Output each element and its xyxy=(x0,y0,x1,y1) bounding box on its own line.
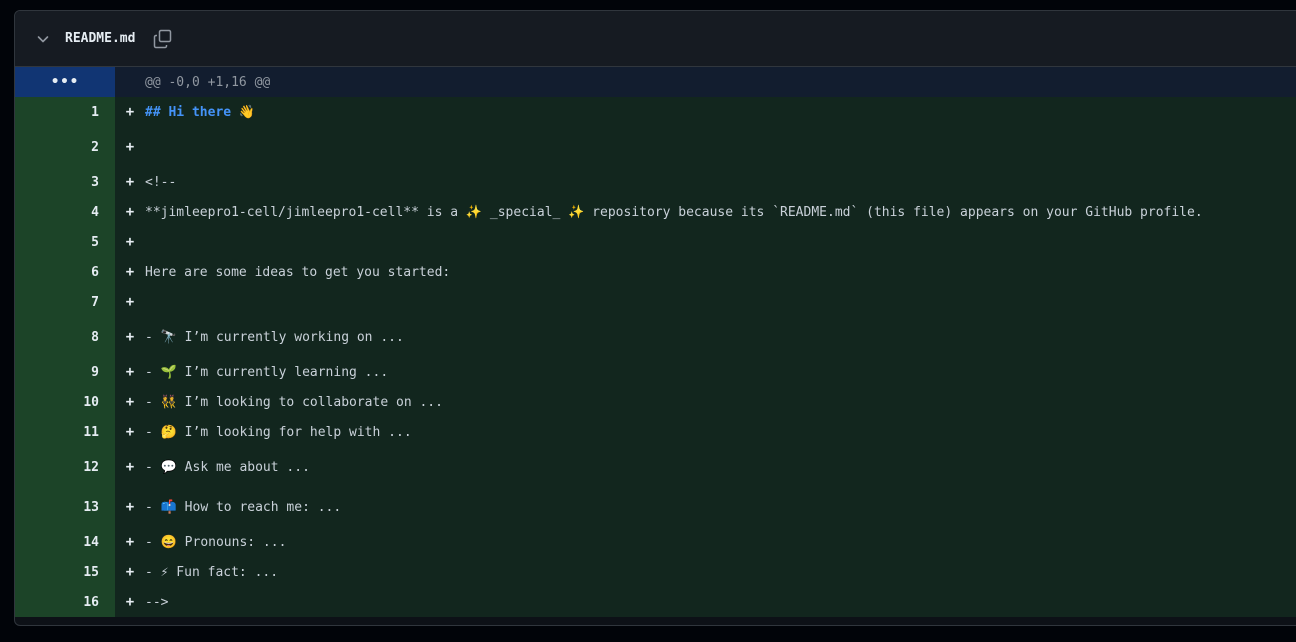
code-text: - ⚡ Fun fact: ... xyxy=(145,564,279,580)
line-number[interactable]: 14 xyxy=(15,527,115,557)
added-marker: + xyxy=(125,234,135,250)
file-diff-container: README.md ••• @@ -0,0 +1,16 @@ 1 + ## Hi t… xyxy=(14,10,1296,626)
added-marker: + xyxy=(125,104,135,120)
code-text: - 🔭 I’m currently working on ... xyxy=(145,329,404,345)
code-text: - 🤔 I’m looking for help with ... xyxy=(145,424,412,440)
code-text: Here are some ideas to get you started: xyxy=(145,264,451,280)
code-text: - 💬 Ask me about ... xyxy=(145,459,310,475)
diff-line: 16 + --> xyxy=(15,587,1296,617)
added-marker: + xyxy=(125,204,135,220)
diff-line: 12 + - 💬 Ask me about ... xyxy=(15,447,1296,487)
hunk-header-row: ••• @@ -0,0 +1,16 @@ xyxy=(15,67,1296,97)
diff-line: 1 + ## Hi there 👋 xyxy=(15,97,1296,127)
added-marker: + xyxy=(125,534,135,550)
diff-line: 2 + xyxy=(15,127,1296,167)
added-marker: + xyxy=(125,294,135,310)
code-text: - 🌱 I’m currently learning ... xyxy=(145,364,389,380)
line-number[interactable]: 5 xyxy=(15,227,115,257)
diff-lines: 1 + ## Hi there 👋 2 +3 + <!-- 4 + **jimleepro1-ce… xyxy=(15,97,1296,617)
diff-line: 8 + - 🔭 I’m currently working on ... xyxy=(15,317,1296,357)
added-marker: + xyxy=(125,329,135,345)
added-marker: + xyxy=(125,364,135,380)
added-marker: + xyxy=(125,174,135,190)
added-marker: + xyxy=(125,459,135,475)
diff-line: 14 + - 😄 Pronouns: ... xyxy=(15,527,1296,557)
line-number[interactable]: 10 xyxy=(15,387,115,417)
file-name[interactable]: README.md xyxy=(65,31,135,46)
code-text: - 😄 Pronouns: ... xyxy=(145,534,287,550)
added-marker: + xyxy=(125,394,135,410)
code-text: ## Hi there 👋 xyxy=(145,104,256,120)
chevron-down-icon[interactable] xyxy=(33,29,53,49)
diff-line: 6 + Here are some ideas to get you started… xyxy=(15,257,1296,287)
line-number[interactable]: 11 xyxy=(15,417,115,447)
code-text: <!-- xyxy=(145,174,177,190)
added-marker: + xyxy=(125,594,135,610)
diff-line: 7 + xyxy=(15,287,1296,317)
added-marker: + xyxy=(125,139,135,155)
diff-line: 13 + - 📫 How to reach me: ... xyxy=(15,487,1296,527)
line-number[interactable]: 3 xyxy=(15,167,115,197)
line-number[interactable]: 8 xyxy=(15,317,115,357)
diff-table: ••• @@ -0,0 +1,16 @@ 1 + ## Hi there 👋 2 +3 +… xyxy=(15,67,1296,617)
diff-line: 3 + <!-- xyxy=(15,167,1296,197)
line-number[interactable]: 16 xyxy=(15,587,115,617)
expand-hunk-button[interactable]: ••• xyxy=(15,67,115,97)
line-number[interactable]: 9 xyxy=(15,357,115,387)
line-number[interactable]: 6 xyxy=(15,257,115,287)
line-number[interactable]: 15 xyxy=(15,557,115,587)
hunk-header: @@ -0,0 +1,16 @@ xyxy=(115,67,1296,97)
added-marker: + xyxy=(125,264,135,280)
diff-line: 5 + xyxy=(15,227,1296,257)
line-number[interactable]: 12 xyxy=(15,447,115,487)
diff-line: 15 + - ⚡ Fun fact: ... xyxy=(15,557,1296,587)
diff-line: 9 + - 🌱 I’m currently learning ... xyxy=(15,357,1296,387)
code-text: - 👯 I’m looking to collaborate on ... xyxy=(145,394,443,410)
file-header: README.md xyxy=(15,11,1296,67)
line-number[interactable]: 13 xyxy=(15,487,115,527)
added-marker: + xyxy=(125,424,135,440)
diff-line: 4 + **jimleepro1-cell/jimleepro1-cell** is… xyxy=(15,197,1296,227)
copy-icon[interactable] xyxy=(151,27,175,51)
code-text: --> xyxy=(145,594,169,610)
added-marker: + xyxy=(125,499,135,515)
line-number[interactable]: 4 xyxy=(15,197,115,227)
line-number[interactable]: 2 xyxy=(15,127,115,167)
added-marker: + xyxy=(125,564,135,580)
diff-line: 10 + - 👯 I’m looking to collaborate on ... xyxy=(15,387,1296,417)
line-number[interactable]: 1 xyxy=(15,97,115,127)
line-number[interactable]: 7 xyxy=(15,287,115,317)
code-text: - 📫 How to reach me: ... xyxy=(145,499,342,515)
code-text: **jimleepro1-cell/jimleepro1-cell** is a… xyxy=(145,204,1203,220)
diff-line: 11 + - 🤔 I’m looking for help with ... xyxy=(15,417,1296,447)
